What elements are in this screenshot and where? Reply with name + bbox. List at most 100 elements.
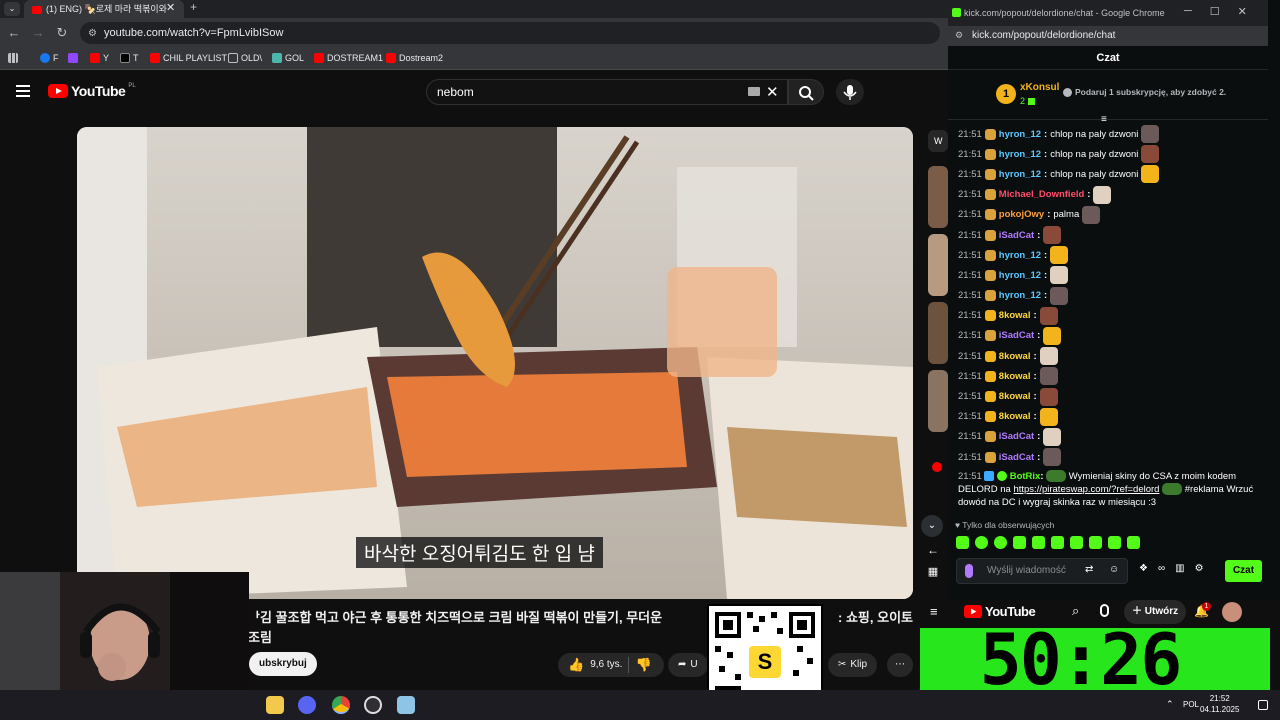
- message-username[interactable]: pokojOwy: [999, 209, 1044, 220]
- back-icon[interactable]: ←: [6, 25, 22, 40]
- bookmark-youtube[interactable]: Y: [90, 53, 109, 63]
- avatar[interactable]: [1222, 602, 1242, 622]
- subscribe-button[interactable]: ubskrybuj: [249, 652, 317, 676]
- emote-icon[interactable]: [1141, 145, 1160, 164]
- youtube-logo[interactable]: YouTube: [964, 604, 1036, 619]
- discord-icon[interactable]: [298, 696, 316, 714]
- back-arrow-icon[interactable]: ←: [921, 543, 945, 557]
- reload-icon[interactable]: ↻: [54, 25, 70, 41]
- forward-icon[interactable]: →: [30, 25, 46, 40]
- emote-icon[interactable]: [1070, 536, 1083, 549]
- bookmark-dostream1[interactable]: DOSTREAM1: [314, 53, 383, 63]
- menu-icon[interactable]: [16, 84, 32, 98]
- emote-icon[interactable]: [1108, 536, 1121, 549]
- app-icon[interactable]: [397, 696, 415, 714]
- emoji-icon[interactable]: ☺: [1109, 564, 1119, 575]
- share-button[interactable]: ➦ U: [668, 653, 708, 677]
- emote-icon[interactable]: [994, 536, 1007, 549]
- emote-icon[interactable]: [1141, 165, 1160, 184]
- close-icon[interactable]: ✕: [1238, 5, 1247, 18]
- send-chat-button[interactable]: Czat: [1225, 560, 1262, 582]
- settings-icon[interactable]: ⚙: [1195, 563, 1204, 574]
- emote-icon[interactable]: [1089, 536, 1102, 549]
- search-input[interactable]: nebom: [426, 79, 788, 105]
- obs-icon[interactable]: [364, 696, 382, 714]
- maximize-icon[interactable]: ☐: [1210, 5, 1220, 18]
- message-username[interactable]: hyron_12: [999, 250, 1041, 261]
- emote-icon[interactable]: [1039, 387, 1058, 406]
- mic-icon[interactable]: [1100, 604, 1109, 617]
- keyboard-icon[interactable]: [748, 87, 760, 96]
- bookmark-x[interactable]: T: [120, 53, 139, 63]
- video-player[interactable]: [77, 127, 913, 599]
- bookmark-facebook[interactable]: F: [40, 53, 59, 63]
- voice-search-icon[interactable]: [836, 79, 864, 105]
- language-indicator[interactable]: POL: [1183, 700, 1199, 709]
- store-icon[interactable]: ▥: [1175, 563, 1184, 574]
- message-username[interactable]: iSadCat: [999, 230, 1034, 241]
- grid-icon[interactable]: ▦: [921, 565, 945, 578]
- message-username[interactable]: 8kowal: [999, 371, 1031, 382]
- message-username[interactable]: 8kowal: [999, 351, 1031, 362]
- promo-link[interactable]: https://pirateswap.com/?ref=delord: [1013, 484, 1159, 495]
- search-icon[interactable]: ⌕: [1072, 603, 1079, 619]
- emote-icon[interactable]: [1093, 185, 1112, 204]
- emote-icon[interactable]: [1039, 367, 1058, 386]
- system-clock[interactable]: 21:52 04.11.2025: [1200, 693, 1239, 715]
- mic-icon[interactable]: [965, 564, 973, 578]
- chrome-icon[interactable]: [332, 696, 350, 714]
- message-username[interactable]: hyron_12: [999, 169, 1041, 180]
- message-username[interactable]: hyron_12: [999, 290, 1041, 301]
- message-username[interactable]: 8kowal: [999, 391, 1031, 402]
- youtube-logo[interactable]: YouTube PL: [48, 83, 136, 99]
- infinity-icon[interactable]: ∞: [1158, 563, 1165, 574]
- translate-icon[interactable]: ⇄: [1085, 564, 1093, 575]
- emote-icon[interactable]: [1043, 427, 1062, 446]
- emote-icon[interactable]: [1032, 536, 1045, 549]
- bookmark-dostream2[interactable]: Dostream2: [386, 53, 443, 63]
- gift-icon[interactable]: ❖: [1139, 563, 1148, 574]
- scroll-down-icon[interactable]: ⌄: [921, 515, 943, 537]
- chat-input[interactable]: Wyślij wiadomość ⇄ ☺: [956, 558, 1128, 584]
- emote-icon[interactable]: [1050, 286, 1069, 305]
- new-tab-icon[interactable]: +: [190, 0, 197, 14]
- bookmark-gol[interactable]: GOL: [272, 53, 304, 63]
- emote-icon[interactable]: [1043, 226, 1062, 245]
- message-username[interactable]: 8kowal: [999, 310, 1031, 321]
- emote-icon[interactable]: [1039, 407, 1058, 426]
- emote-icon[interactable]: [1141, 125, 1160, 144]
- gift-cta[interactable]: Podaruj 1 subskrypcję, aby zdobyć 2.: [1063, 87, 1226, 97]
- tab-search-button[interactable]: ⌄: [4, 2, 20, 16]
- emote-icon[interactable]: [1043, 326, 1062, 345]
- tab-close-icon[interactable]: ✕: [166, 1, 175, 14]
- file-explorer-icon[interactable]: [266, 696, 284, 714]
- emote-icon[interactable]: [1051, 536, 1064, 549]
- message-username[interactable]: hyron_12: [999, 129, 1041, 140]
- notification-center-icon[interactable]: [1258, 700, 1268, 710]
- apps-grid-icon[interactable]: [8, 53, 18, 63]
- more-actions-icon[interactable]: ⋯: [887, 653, 913, 677]
- emote-icon[interactable]: [956, 536, 969, 549]
- clear-search-icon[interactable]: ✕: [766, 83, 779, 101]
- address-bar[interactable]: youtube.com/watch?v=FpmLvibISow: [80, 22, 940, 44]
- message-username[interactable]: 8kowal: [999, 411, 1031, 422]
- dislike-icon[interactable]: 👎: [635, 653, 651, 677]
- like-count[interactable]: 9,6 tys.: [590, 653, 622, 677]
- message-username[interactable]: Michael_Downfield: [999, 189, 1085, 200]
- emote-icon[interactable]: [1043, 448, 1062, 467]
- message-username[interactable]: iSadCat: [999, 431, 1034, 442]
- message-username[interactable]: iSadCat: [999, 452, 1034, 463]
- emote-icon[interactable]: [1082, 205, 1101, 224]
- emote-icon[interactable]: [1050, 246, 1069, 265]
- emote-icon[interactable]: [975, 536, 988, 549]
- site-info-icon[interactable]: ⚙: [955, 30, 963, 41]
- bookmark-folder-old[interactable]: OLD\: [228, 53, 262, 63]
- emote-icon[interactable]: [1050, 266, 1069, 285]
- minimize-icon[interactable]: ─: [1184, 5, 1192, 18]
- clip-button[interactable]: ✂ Klip: [828, 653, 878, 677]
- tray-overflow-icon[interactable]: ⌃: [1166, 699, 1174, 710]
- message-username[interactable]: iSadCat: [999, 330, 1034, 341]
- emote-icon[interactable]: [1039, 306, 1058, 325]
- bookmark-twitch[interactable]: [68, 53, 81, 63]
- emote-icon[interactable]: [1039, 347, 1058, 366]
